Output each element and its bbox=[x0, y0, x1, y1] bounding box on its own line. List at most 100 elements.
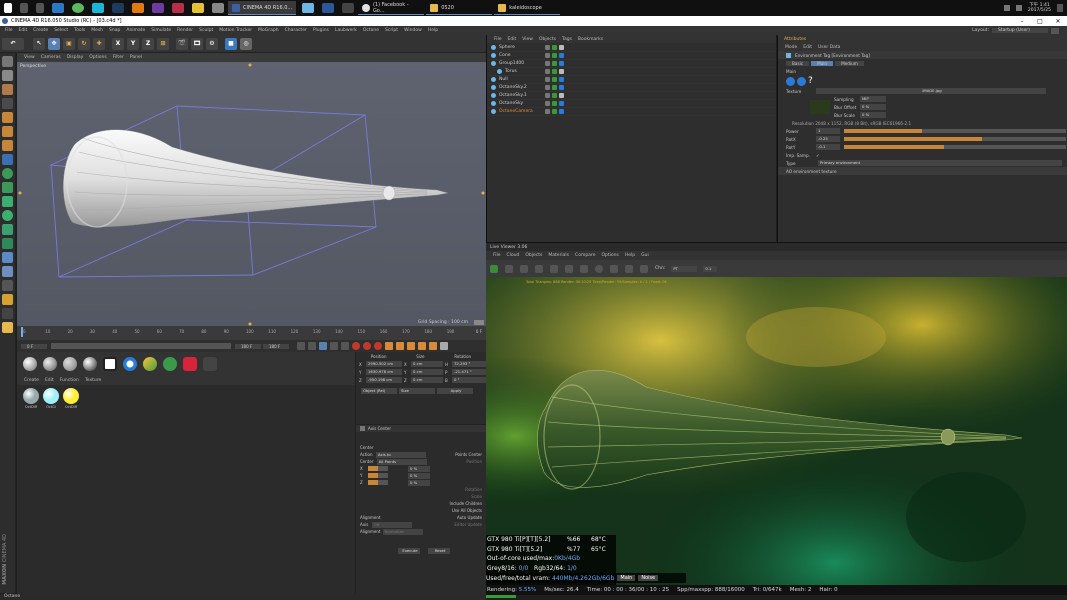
enable-check[interactable] bbox=[552, 77, 557, 82]
enable-check[interactable] bbox=[552, 61, 557, 66]
position-key-icon[interactable] bbox=[385, 342, 393, 350]
axis-offset-slider[interactable] bbox=[368, 480, 388, 485]
menu-item-window[interactable]: Window bbox=[401, 28, 425, 33]
coordinate-system-icon[interactable]: ⊞ bbox=[157, 37, 169, 50]
menu-item-script[interactable]: Script bbox=[382, 28, 401, 33]
network-icon[interactable] bbox=[1003, 5, 1010, 11]
enable-check[interactable] bbox=[552, 109, 557, 114]
task-view-icon[interactable] bbox=[36, 3, 44, 13]
record-icon[interactable] bbox=[352, 342, 360, 350]
ao-texture-section[interactable]: AO environment texture bbox=[786, 169, 837, 174]
menu-item-character[interactable]: Character bbox=[282, 28, 310, 33]
live-viewer-menu-materials[interactable]: Materials bbox=[545, 253, 572, 258]
menu-item-select[interactable]: Select bbox=[51, 28, 71, 33]
object-row[interactable]: OctaneSky bbox=[487, 100, 776, 108]
texture-mode-icon[interactable] bbox=[2, 84, 13, 95]
stop-icon[interactable] bbox=[535, 264, 543, 273]
attribute-menu-mode[interactable]: Mode bbox=[782, 45, 800, 50]
position-field[interactable]: 2990.502 cm bbox=[366, 361, 402, 367]
parameter-key-icon[interactable] bbox=[418, 342, 426, 350]
visibility-dot[interactable] bbox=[545, 69, 550, 74]
python-icon[interactable] bbox=[2, 294, 13, 305]
generators-icon[interactable]: ◎ bbox=[240, 37, 252, 50]
volume-icon[interactable] bbox=[1015, 5, 1022, 11]
gear-icon[interactable] bbox=[2, 280, 13, 291]
windows-start-icon[interactable] bbox=[4, 3, 12, 13]
octane-camera-icon[interactable] bbox=[183, 357, 197, 371]
material-menu-create[interactable]: Create bbox=[21, 378, 42, 383]
photoshop-icon[interactable] bbox=[112, 3, 124, 13]
taskbar-task-cinema4d[interactable]: CINEMA 4D R16.0... bbox=[228, 1, 297, 15]
render-settings-icon[interactable]: ⚙ bbox=[206, 37, 218, 50]
tweak-mode-icon[interactable] bbox=[2, 168, 13, 179]
live-selection-icon[interactable]: ↖ bbox=[33, 37, 45, 50]
slider-value-field[interactable]: -0.25 bbox=[816, 136, 840, 142]
pinned-app-icon[interactable] bbox=[322, 3, 335, 13]
scale-key-icon[interactable] bbox=[396, 342, 404, 350]
model-mode-icon[interactable] bbox=[2, 70, 13, 81]
perspective-viewport[interactable]: Perspective Grid Spacing: 100 cm bbox=[17, 62, 486, 326]
texture-preview-thumbnail[interactable] bbox=[810, 100, 830, 114]
material-menu-function[interactable]: Function bbox=[57, 378, 82, 383]
attribute-menu-edit[interactable]: Edit bbox=[800, 45, 815, 50]
axis-dropdown[interactable]: Off bbox=[371, 521, 412, 528]
y-axis-lock-button[interactable]: Y bbox=[127, 37, 139, 50]
scale-tool-icon[interactable]: ▣ bbox=[63, 37, 75, 50]
slider-track[interactable] bbox=[844, 129, 1066, 133]
focus-picker-icon[interactable] bbox=[610, 264, 618, 273]
enable-check[interactable] bbox=[552, 45, 557, 50]
menu-item-simulate[interactable]: Simulate bbox=[148, 28, 174, 33]
tag-icon[interactable] bbox=[559, 69, 564, 74]
live-viewer-menu-compare[interactable]: Compare bbox=[572, 253, 598, 258]
restart-render-icon[interactable] bbox=[505, 264, 513, 273]
search-icon[interactable] bbox=[20, 3, 28, 13]
settings-icon[interactable] bbox=[550, 264, 558, 273]
go-to-start-icon[interactable] bbox=[297, 342, 305, 350]
end-frame-field[interactable]: 180 F bbox=[235, 343, 261, 349]
premiere-icon[interactable] bbox=[152, 3, 164, 13]
maximize-button[interactable]: □ bbox=[1031, 18, 1049, 25]
menu-item-snap[interactable]: Snap bbox=[106, 28, 123, 33]
cube-object-icon[interactable]: ■ bbox=[225, 37, 237, 50]
clay-mode-icon[interactable] bbox=[595, 264, 603, 273]
viewport-menu-panel[interactable]: Panel bbox=[127, 55, 145, 60]
keyframe-selection-icon[interactable] bbox=[374, 342, 382, 350]
object-picker-icon[interactable] bbox=[640, 264, 648, 273]
restore-panel-icon[interactable] bbox=[1051, 27, 1059, 34]
enable-check[interactable] bbox=[552, 85, 557, 90]
object-flags[interactable] bbox=[545, 61, 564, 66]
enable-check[interactable] bbox=[552, 69, 557, 74]
size-mode-dropdown[interactable]: Size bbox=[399, 388, 435, 394]
object-menu-file[interactable]: File bbox=[491, 37, 505, 42]
axis-offset-slider[interactable] bbox=[368, 466, 388, 471]
menu-item-help[interactable]: Help bbox=[425, 28, 441, 33]
go-to-end-icon[interactable] bbox=[341, 342, 349, 350]
next-key-icon[interactable] bbox=[330, 342, 338, 350]
taskbar-task-folder-0520[interactable]: 0520 bbox=[426, 1, 493, 15]
action-dropdown[interactable]: Axis to bbox=[375, 451, 426, 458]
visibility-dot[interactable] bbox=[545, 45, 550, 50]
slider-value-field[interactable]: 1 bbox=[816, 128, 840, 134]
texture-path-field[interactable]: IMAGE.jpg bbox=[816, 88, 1046, 94]
region-render-icon[interactable] bbox=[565, 264, 573, 273]
center-dropdown[interactable]: All Points bbox=[376, 458, 427, 465]
polygons-mode-icon[interactable] bbox=[2, 140, 13, 151]
visibility-dot[interactable] bbox=[545, 61, 550, 66]
attribute-menu-user-data[interactable]: User Data bbox=[815, 45, 843, 50]
material-menu-edit[interactable]: Edit bbox=[42, 378, 57, 383]
taskbar-task-folder-kaleidoscope[interactable]: kaleidoscope bbox=[494, 1, 561, 15]
visibility-dot[interactable] bbox=[545, 77, 550, 82]
menu-item-edit[interactable]: Edit bbox=[16, 28, 31, 33]
axis-offset-field[interactable]: 0 % bbox=[408, 465, 430, 472]
menu-item-mesh[interactable]: Mesh bbox=[88, 28, 106, 33]
pinned-app-icon[interactable] bbox=[302, 3, 315, 13]
octane-plugin-icon[interactable] bbox=[163, 357, 177, 371]
lock-icon[interactable] bbox=[580, 264, 588, 273]
tag-icon[interactable] bbox=[559, 101, 564, 106]
z-axis-lock-button[interactable]: Z bbox=[142, 37, 154, 50]
enable-check[interactable] bbox=[552, 101, 557, 106]
visibility-dot[interactable] bbox=[545, 93, 550, 98]
size-field[interactable]: 0 cm bbox=[411, 377, 443, 383]
object-row[interactable]: Cone bbox=[487, 52, 776, 60]
octane-icon[interactable] bbox=[797, 76, 806, 86]
